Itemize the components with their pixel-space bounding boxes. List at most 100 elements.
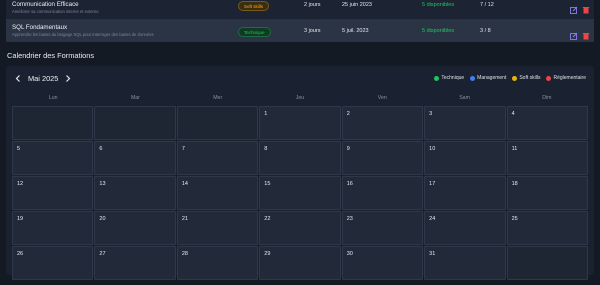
calendar-day[interactable]: 15 xyxy=(259,176,341,210)
edit-icon[interactable] xyxy=(570,1,578,14)
weekday-label: Lun xyxy=(48,95,58,101)
day-number: 17 xyxy=(429,181,436,187)
category-badge: Technique xyxy=(238,27,271,37)
availability-cell: 5 disponibles xyxy=(422,2,455,8)
calendar-grid: 1 2 3 4 5 6 7 8 9 10 11 12 13 14 15 16 17 18 19 20 21 22 23 24 2… xyxy=(12,106,588,280)
calendar-day[interactable]: 3 xyxy=(424,106,506,140)
duration-cell: 2 jours xyxy=(304,2,321,8)
legend-label: Technique xyxy=(441,75,465,81)
trash-icon[interactable] xyxy=(582,1,590,14)
legend-dot xyxy=(470,75,476,81)
availability-cell: 5 disponibles xyxy=(422,28,455,34)
calendar-day[interactable]: 30 xyxy=(341,246,424,280)
calendar-day[interactable]: 17 xyxy=(424,176,506,210)
day-number: 8 xyxy=(264,146,268,152)
calendar-panel: Mai 2025 Technique Management Soft skill… xyxy=(6,66,594,280)
day-number: 18 xyxy=(511,181,518,187)
calendar-day[interactable]: 31 xyxy=(424,246,506,280)
day-number: 29 xyxy=(264,251,271,257)
calendar-day[interactable]: 23 xyxy=(341,211,424,245)
day-number: 23 xyxy=(346,216,353,222)
calendar-day[interactable]: 12 xyxy=(12,176,94,210)
duration-cell: 3 jours xyxy=(304,28,321,34)
calendar-day[interactable]: 26 xyxy=(12,246,94,280)
calendar-day[interactable]: 20 xyxy=(94,211,176,245)
calendar-day[interactable]: 13 xyxy=(94,176,176,210)
day-number: 6 xyxy=(99,146,103,152)
calendar-day[interactable]: 27 xyxy=(94,246,176,280)
calendar-title: Calendrier des Formations xyxy=(7,51,95,60)
formation-name: Communication Efficace xyxy=(12,1,79,8)
weekday-label: Jeu xyxy=(295,95,305,101)
calendar-empty-cell xyxy=(506,246,588,280)
day-number: 10 xyxy=(429,146,436,152)
day-number: 12 xyxy=(17,181,24,187)
calendar-day[interactable]: 29 xyxy=(259,246,341,280)
day-number: 24 xyxy=(429,216,436,222)
formation-description: Apprendre les bases du langage SQL pour … xyxy=(12,32,154,37)
legend-label: Réglementaire xyxy=(553,75,586,81)
day-number: 16 xyxy=(346,181,353,187)
day-number: 28 xyxy=(181,251,188,257)
day-number: 9 xyxy=(346,146,350,152)
chevron-right-icon[interactable] xyxy=(64,75,72,83)
calendar-day[interactable]: 16 xyxy=(341,176,424,210)
day-number: 19 xyxy=(17,216,24,222)
weekday-label: Mar xyxy=(130,95,140,101)
table-row[interactable]: SQL Fondamentaux Apprendre les bases du … xyxy=(6,20,594,42)
day-number: 21 xyxy=(181,216,188,222)
day-number: 26 xyxy=(17,251,24,257)
day-number: 31 xyxy=(429,251,436,257)
calendar-day[interactable]: 9 xyxy=(341,141,424,175)
edit-icon[interactable] xyxy=(570,27,578,40)
weekday-label: Dim xyxy=(542,95,552,101)
calendar-day[interactable]: 22 xyxy=(259,211,341,245)
calendar-day[interactable]: 19 xyxy=(12,211,94,245)
calendar-day[interactable]: 7 xyxy=(176,141,259,175)
calendar-day[interactable]: 11 xyxy=(506,141,588,175)
legend-label: Management xyxy=(477,75,507,81)
calendar-day[interactable]: 8 xyxy=(259,141,341,175)
weekday-header: Lun Mar Mer Jeu Ven Sam Dim xyxy=(12,95,588,101)
day-number: 11 xyxy=(511,146,518,152)
date-cell: 5 juil. 2023 xyxy=(342,28,369,34)
legend-dot xyxy=(512,75,518,81)
calendar-day[interactable]: 2 xyxy=(341,106,424,140)
legend-dot xyxy=(434,75,440,81)
day-number: 13 xyxy=(99,181,106,187)
formations-table: Communication Efficace Améliorer sa comm… xyxy=(6,0,594,42)
chevron-left-icon[interactable] xyxy=(14,75,22,83)
legend-item: Soft skills xyxy=(512,75,540,81)
day-number: 30 xyxy=(346,251,353,257)
calendar-day[interactable]: 21 xyxy=(176,211,259,245)
month-navigation: Mai 2025 xyxy=(14,74,72,83)
trash-icon[interactable] xyxy=(582,27,590,40)
legend-item: Réglementaire xyxy=(546,75,586,81)
category-badge: Soft skills xyxy=(238,1,270,11)
day-number: 3 xyxy=(429,111,433,117)
day-number: 14 xyxy=(181,181,188,187)
calendar-day[interactable]: 1 xyxy=(259,106,341,140)
weekday-label: Mer xyxy=(213,95,223,101)
day-number: 20 xyxy=(99,216,106,222)
month-label: Mai 2025 xyxy=(28,74,59,83)
calendar-day[interactable]: 5 xyxy=(12,141,94,175)
calendar-empty-cell xyxy=(12,106,94,140)
day-number: 7 xyxy=(181,146,185,152)
legend-dot xyxy=(546,75,552,81)
day-number: 4 xyxy=(511,111,515,117)
calendar-day[interactable]: 4 xyxy=(506,106,588,140)
day-number: 27 xyxy=(99,251,106,257)
day-number: 15 xyxy=(264,181,271,187)
calendar-day[interactable]: 6 xyxy=(94,141,176,175)
calendar-day[interactable]: 28 xyxy=(176,246,259,280)
legend-label: Soft skills xyxy=(519,75,541,81)
date-cell: 25 juin 2023 xyxy=(342,2,372,8)
calendar-day[interactable]: 18 xyxy=(506,176,588,210)
formation-description: Améliorer sa communication interne et ex… xyxy=(12,9,99,14)
calendar-day[interactable]: 25 xyxy=(506,211,588,245)
calendar-day[interactable]: 24 xyxy=(424,211,506,245)
calendar-day[interactable]: 10 xyxy=(424,141,506,175)
table-row[interactable]: Communication Efficace Améliorer sa comm… xyxy=(6,0,594,20)
calendar-day[interactable]: 14 xyxy=(176,176,259,210)
